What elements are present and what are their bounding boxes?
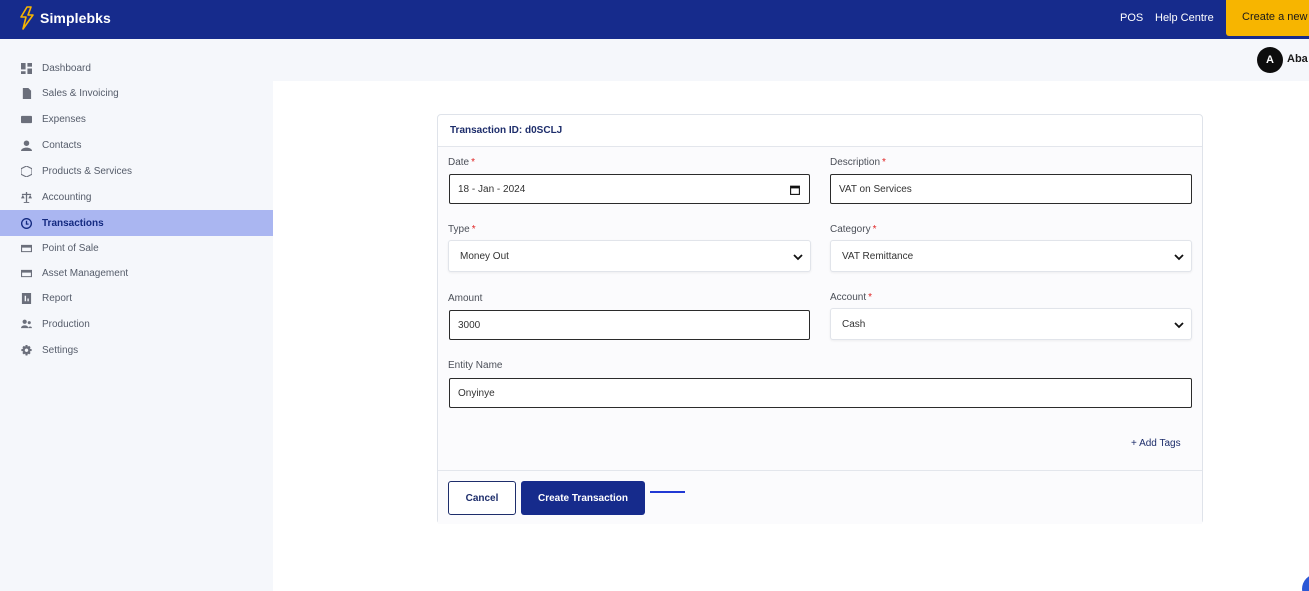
account-label: Account * — [830, 292, 872, 303]
account-label-text: Account — [830, 292, 867, 303]
logo-icon — [20, 6, 34, 30]
form-body: Date * 18 - Jan - 2024 Description * VAT o… — [438, 147, 1202, 470]
gear-icon — [20, 344, 32, 356]
sidebar-item-contacts[interactable]: Contacts — [0, 132, 273, 158]
calendar-icon[interactable] — [790, 185, 800, 195]
sidebar-item-sales-invoicing[interactable]: Sales & Invoicing — [0, 80, 273, 106]
description-label: Description * — [830, 157, 886, 168]
add-tags-link[interactable]: + Add Tags — [1131, 438, 1181, 449]
sidebar-item-label: Expenses — [42, 113, 86, 125]
brand[interactable]: Simplebks — [18, 6, 111, 30]
sidebar-item-label: Contacts — [42, 139, 82, 151]
wallet-icon — [20, 113, 32, 125]
amount-label: Amount — [448, 293, 483, 304]
sidebar-item-label: Dashboard — [42, 62, 91, 74]
account-select[interactable]: Cash — [830, 308, 1192, 340]
page-header — [273, 39, 1309, 81]
type-label: Type * — [448, 224, 476, 235]
sidebar-item-report[interactable]: Report — [0, 285, 273, 311]
card-icon — [20, 267, 32, 279]
report-icon — [20, 292, 32, 304]
cancel-button[interactable]: Cancel — [448, 481, 516, 515]
transaction-id: Transaction ID: d0SCLJ — [450, 125, 563, 136]
form-footer: Cancel Create Transaction — [438, 470, 1202, 524]
amount-value: 3000 — [458, 319, 481, 331]
entity-name-input[interactable]: Onyinye — [449, 378, 1192, 408]
sidebar-item-label: Report — [42, 292, 73, 304]
required-mark: * — [868, 292, 873, 303]
required-mark: * — [872, 224, 877, 235]
sidebar-item-label: Asset Management — [42, 267, 129, 279]
scale-icon — [20, 191, 32, 203]
category-value: VAT Remittance — [842, 250, 914, 262]
pos-link[interactable]: POS — [1120, 12, 1143, 24]
brand-name: Simplebks — [40, 10, 111, 26]
category-label: Category * — [830, 224, 876, 235]
chevron-down-icon — [1173, 319, 1185, 331]
amount-input[interactable]: 3000 — [449, 310, 810, 340]
create-new-button[interactable]: Create a new — [1226, 0, 1309, 36]
required-mark: * — [471, 224, 476, 235]
description-value: VAT on Services — [839, 183, 912, 195]
type-label-text: Type — [448, 224, 470, 235]
sidebar-item-label: Sales & Invoicing — [42, 87, 119, 99]
chevron-down-icon — [792, 251, 804, 263]
required-mark: * — [471, 157, 476, 168]
sidebar-item-dashboard[interactable]: Dashboard — [0, 55, 273, 81]
sidebar-item-expenses[interactable]: Expenses — [0, 106, 273, 132]
transactions-icon — [20, 217, 32, 229]
account-value: Cash — [842, 318, 866, 330]
category-select[interactable]: VAT Remittance — [830, 240, 1192, 272]
required-mark: * — [882, 157, 886, 168]
date-label: Date * — [448, 157, 475, 168]
sidebar-item-production[interactable]: Production — [0, 311, 273, 337]
sidebar-item-label: Products & Services — [42, 165, 133, 177]
card-header: Transaction ID: d0SCLJ — [438, 115, 1202, 147]
sidebar-item-label: Production — [42, 318, 90, 330]
sidebar-item-point-of-sale[interactable]: Point of Sale — [0, 235, 273, 261]
create-transaction-button[interactable]: Create Transaction — [521, 481, 645, 515]
sidebar-item-asset-management[interactable]: Asset Management — [0, 260, 273, 286]
type-value: Money Out — [460, 250, 509, 262]
category-label-text: Category — [830, 224, 871, 235]
description-label-text: Description — [830, 157, 881, 168]
date-input[interactable]: 18 - Jan - 2024 — [449, 174, 810, 204]
sidebar-item-transactions[interactable]: Transactions — [0, 210, 273, 236]
help-centre-link[interactable]: Help Centre — [1155, 12, 1214, 24]
sidebar-item-accounting[interactable]: Accounting — [0, 184, 273, 210]
top-navbar: Simplebks POS Help Centre Create a new — [0, 0, 1309, 39]
type-select[interactable]: Money Out — [448, 240, 811, 272]
transaction-form-card: Transaction ID: d0SCLJ Date * 18 - Jan - … — [437, 114, 1203, 524]
sidebar: Dashboard Sales & Invoicing Expenses Con… — [0, 39, 273, 591]
user-name[interactable]: Aba — [1287, 53, 1308, 65]
box-icon — [20, 165, 32, 177]
person-icon — [20, 139, 32, 151]
dashboard-icon — [20, 62, 32, 74]
chevron-down-icon — [1173, 251, 1185, 263]
sidebar-item-settings[interactable]: Settings — [0, 337, 273, 363]
avatar[interactable]: A — [1257, 47, 1283, 73]
decorative-line — [650, 491, 685, 493]
entity-name-value: Onyinye — [458, 387, 495, 399]
sidebar-item-label: Settings — [42, 344, 79, 356]
description-input[interactable]: VAT on Services — [830, 174, 1192, 204]
people-icon — [20, 318, 32, 330]
sidebar-item-label: Transactions — [42, 217, 104, 229]
sidebar-item-label: Accounting — [42, 191, 92, 203]
sidebar-item-products-services[interactable]: Products & Services — [0, 158, 273, 184]
card-icon — [20, 242, 32, 254]
document-icon — [20, 87, 32, 99]
date-label-text: Date — [448, 157, 470, 168]
date-value: 18 - Jan - 2024 — [458, 183, 526, 195]
entity-name-label: Entity Name — [448, 360, 503, 371]
sidebar-item-label: Point of Sale — [42, 242, 99, 254]
